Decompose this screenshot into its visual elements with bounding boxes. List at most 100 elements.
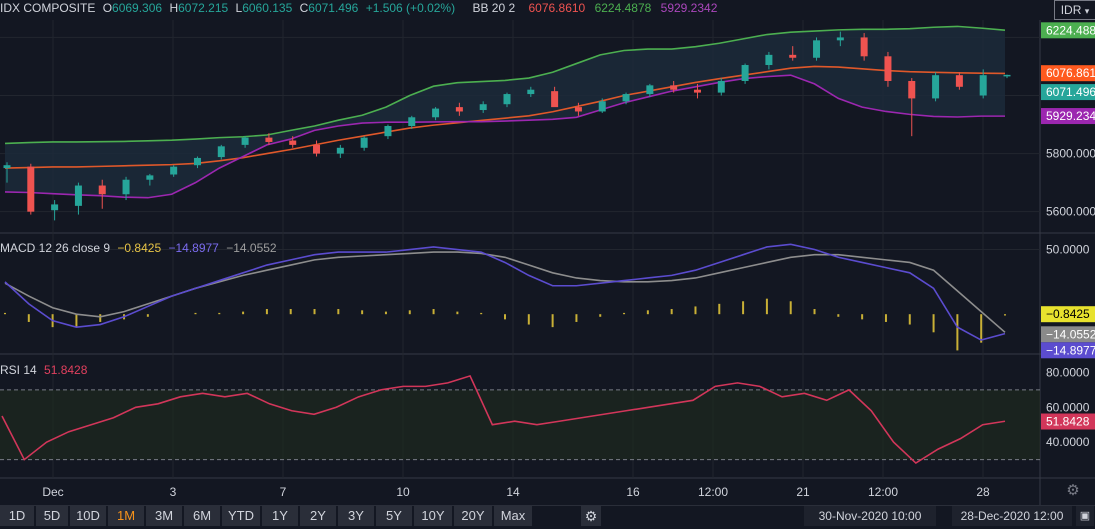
rsi-legend: RSI 14 51.8428 (0, 363, 91, 377)
rsi-band-fill (0, 389, 1040, 460)
gear-icon: ⚙ (1066, 482, 1080, 499)
timeframe-1m[interactable]: 1M (108, 506, 144, 526)
rsi-tag: 51.8428 (1046, 415, 1090, 429)
price-tag-lower: 5929.234 (1046, 109, 1095, 123)
timeframe-10d[interactable]: 10D (70, 506, 106, 526)
candle-body (122, 179, 130, 195)
low-value: 6060.135 (242, 1, 293, 15)
candle-body (527, 89, 535, 95)
candle-body (98, 185, 106, 195)
timeframe-2y[interactable]: 2Y (300, 506, 336, 526)
candle-body (479, 104, 487, 111)
candle-body (598, 101, 606, 112)
x-tick-label: 21 (796, 485, 810, 499)
x-tick-label: 7 (280, 485, 287, 499)
close-value: 6071.496 (308, 1, 359, 15)
timeframe-10y[interactable]: 10Y (414, 506, 452, 526)
macd-hist-value: −0.8425 (117, 241, 162, 255)
candle-body (27, 166, 35, 212)
candle-body (789, 54, 797, 58)
timeframe-3y[interactable]: 3Y (338, 506, 374, 526)
x-tick-label: Dec (42, 485, 63, 499)
timeframe-5y[interactable]: 5Y (376, 506, 412, 526)
candle-body (408, 117, 416, 126)
candle-body (3, 165, 11, 169)
macd-tick-label: 50.0000 (1046, 243, 1090, 257)
range-end[interactable]: 28-Dec-2020 12:00 (952, 506, 1072, 526)
price-tag-close: 6071.496 (1046, 85, 1095, 99)
macd-tag-hist: −0.8425 (1046, 307, 1090, 321)
rsi-value: 51.8428 (44, 363, 88, 377)
candle-body (336, 147, 344, 154)
timeframe-1d[interactable]: 1D (0, 506, 34, 526)
candle-body (884, 56, 892, 81)
candle-body (646, 85, 654, 95)
price-legend: IDX COMPOSITE O6069.306 H6072.215 L6060.… (0, 1, 721, 15)
candle-body (217, 146, 225, 158)
rsi-label[interactable]: RSI 14 (0, 363, 37, 377)
currency-selector[interactable]: IDR ▾ (1054, 0, 1095, 20)
candle-body (384, 126, 392, 137)
candle-body (836, 37, 844, 41)
settings-button[interactable]: ⚙ (581, 506, 601, 526)
timeframe-max[interactable]: Max (494, 506, 532, 526)
bb-label[interactable]: BB 20 2 (472, 1, 515, 15)
candle-body (955, 75, 963, 87)
candle-body (503, 94, 511, 105)
calendar-button[interactable]: ▣ (1076, 506, 1094, 526)
high-value: 6072.215 (178, 1, 229, 15)
timeframe-6m[interactable]: 6M (184, 506, 220, 526)
symbol-name[interactable]: IDX COMPOSITE (0, 1, 95, 15)
candle-body (693, 89, 701, 93)
candle-body (813, 40, 821, 58)
x-tick-label: 10 (396, 485, 410, 499)
price-tick-label: 5600.000 (1046, 205, 1095, 219)
candle-body (979, 75, 987, 96)
x-tick-label: 28 (976, 485, 990, 499)
timeframe-5d[interactable]: 5D (36, 506, 68, 526)
macd-tag-macd: −14.8977 (1046, 343, 1095, 357)
candle-body (432, 108, 440, 118)
candle-body (170, 166, 178, 175)
open-value: 6069.306 (112, 1, 163, 15)
bb-upper-value: 6224.4878 (594, 1, 652, 15)
price-tick-label: 5800.000 (1046, 147, 1095, 161)
macd-tag-signal: −14.0552 (1046, 327, 1095, 341)
candle-body (741, 65, 749, 81)
chart-settings-button[interactable]: ⚙ (1064, 482, 1082, 500)
x-tick-label: 12:00 (868, 485, 898, 499)
x-tick-label: 14 (506, 485, 520, 499)
rsi-tick-label: 40.0000 (1046, 435, 1090, 449)
timeframe-ytd[interactable]: YTD (222, 506, 260, 526)
timeframe-20y[interactable]: 20Y (454, 506, 492, 526)
candle-body (860, 37, 868, 57)
candle-body (241, 137, 249, 145)
candle-body (574, 107, 582, 112)
rsi-tick-label: 80.0000 (1046, 365, 1090, 379)
close-label: C (299, 1, 309, 15)
candle-body (289, 140, 297, 145)
candle-body (551, 91, 559, 108)
price-tag-mid: 6076.861 (1046, 66, 1095, 80)
rsi-tick-label: 60.0000 (1046, 400, 1090, 414)
timeframe-3m[interactable]: 3M (146, 506, 182, 526)
x-tick-label: 3 (170, 485, 177, 499)
macd-label[interactable]: MACD 12 26 close 9 (0, 241, 110, 255)
gear-icon: ⚙ (584, 508, 598, 524)
x-tick-label: 16 (626, 485, 640, 499)
macd-line-value: −14.8977 (168, 241, 219, 255)
candle-body (51, 204, 59, 211)
calendar-icon: ▣ (1079, 510, 1091, 522)
candle-body (313, 144, 321, 154)
candle-body (1003, 74, 1011, 77)
high-label: H (169, 1, 179, 15)
candle-body (360, 137, 368, 148)
candle-body (146, 175, 154, 180)
x-tick-label: 12:00 (698, 485, 728, 499)
macd-signal-value: −14.0552 (226, 241, 277, 255)
timeframe-1y[interactable]: 1Y (262, 506, 298, 526)
range-start[interactable]: 30-Nov-2020 10:00 (804, 506, 936, 526)
chart-canvas[interactable]: Dec 3 7 10 14 16 12:00 21 12:00 28 5600.000 5800.00… (0, 0, 1095, 528)
macd-legend: MACD 12 26 close 9 −0.8425 −14.8977 −14.… (0, 241, 281, 255)
bb-mid-value: 6076.8610 (528, 1, 586, 15)
